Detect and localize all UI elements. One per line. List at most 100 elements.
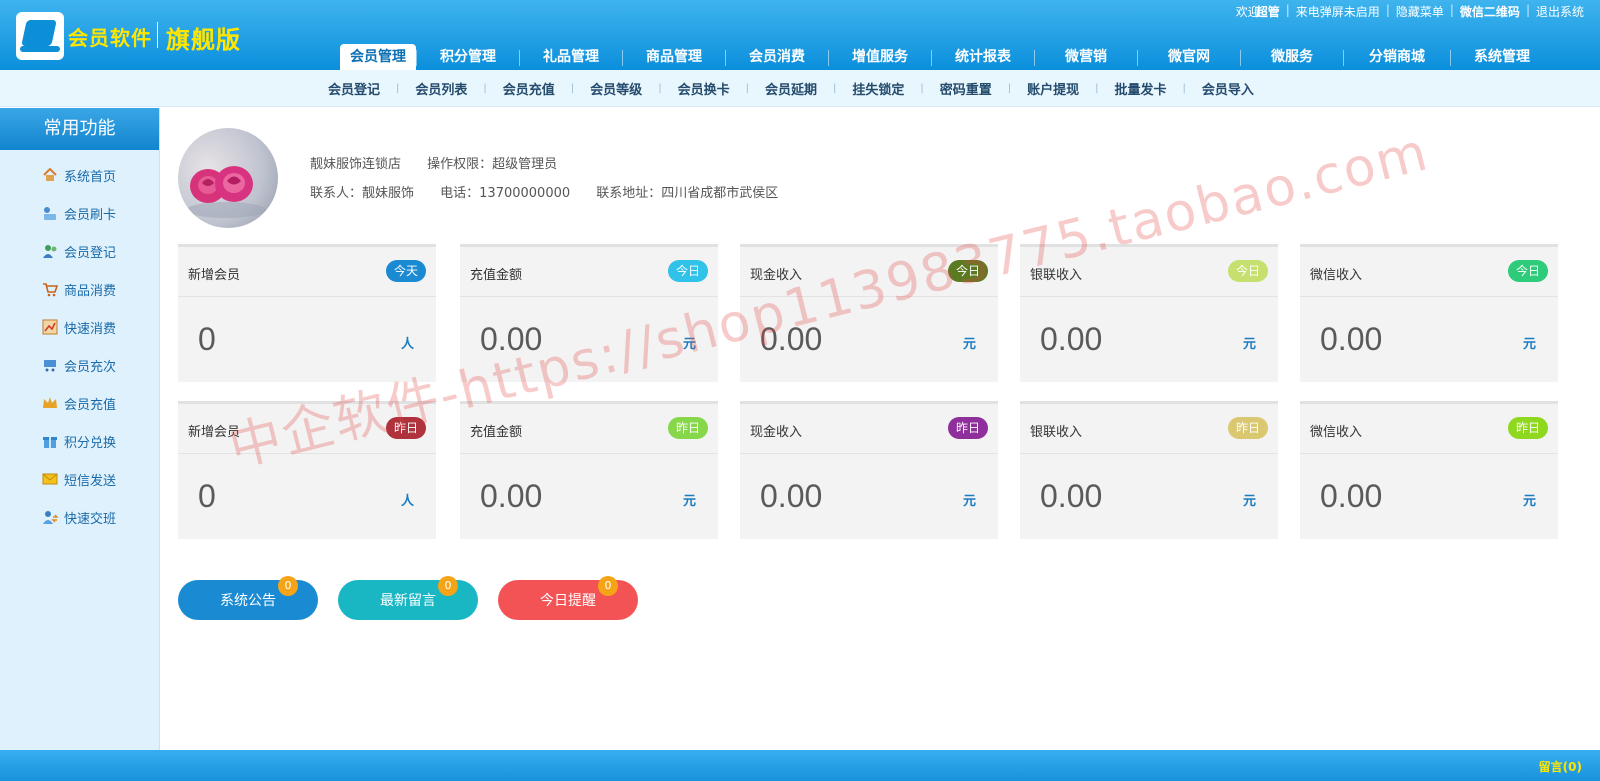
sidebar-item-3[interactable]: 商品消费 <box>0 270 159 308</box>
stat-card: 充值金额 今日 0.00 元 <box>460 244 718 382</box>
main-nav: 会员管理 积分管理 礼品管理 商品管理 会员消费 增值服务 统计报表 微营销 微官网 微服务 分销商… <box>340 44 1553 70</box>
stat-card-header: 银联收入 昨日 <box>1020 404 1278 454</box>
stat-unit: 元 <box>962 337 976 352</box>
notice-button-0[interactable]: 系统公告 0 <box>178 576 318 620</box>
subnav-item-9[interactable]: 批量发卡 <box>1099 79 1183 98</box>
notice-count-badge: 0 <box>438 576 458 596</box>
stat-badge: 今日 <box>947 260 988 282</box>
subnav-item-5[interactable]: 会员延期 <box>749 79 833 98</box>
wechat-qr-link[interactable]: 微信二维码 <box>1454 3 1526 20</box>
tab-9[interactable]: 微服务 <box>1241 44 1343 70</box>
store-avatar <box>178 128 278 228</box>
top-links: 欢迎 超管 | 来电弹屏未启用 | 隐藏菜单 | 微信二维码 | 退出系统 <box>1230 3 1590 20</box>
stat-label: 银联收入 <box>1030 425 1083 440</box>
sidebar-item-8[interactable]: 短信发送 <box>0 460 159 498</box>
stat-card: 新增会员 今天 0 人 <box>178 244 436 382</box>
stat-value: 0 <box>198 478 216 514</box>
welcome-text: 欢迎 <box>1235 5 1260 19</box>
stat-badge: 昨日 <box>1227 417 1268 439</box>
stat-unit: 元 <box>962 494 976 509</box>
notice-label: 系统公告 <box>220 593 276 609</box>
stat-card-header: 银联收入 今日 <box>1020 247 1278 297</box>
stat-unit: 元 <box>1242 337 1256 352</box>
sidebar-item-0[interactable]: 系统首页 <box>0 156 159 194</box>
chart-icon <box>42 319 58 335</box>
tab-7[interactable]: 微营销 <box>1035 44 1137 70</box>
notice-button-1[interactable]: 最新留言 0 <box>338 576 478 620</box>
store-name: 靓妹服饰连锁店 <box>310 157 402 172</box>
popup-status-link[interactable]: 来电弹屏未启用 <box>1290 3 1386 20</box>
stat-unit: 元 <box>682 494 696 509</box>
sidebar-item-1[interactable]: 会员刷卡 <box>0 194 159 232</box>
sidebar-item-4[interactable]: 快速消费 <box>0 308 159 346</box>
logout-link[interactable]: 退出系统 <box>1530 3 1590 20</box>
tab-1[interactable]: 积分管理 <box>417 44 519 70</box>
tab-4[interactable]: 会员消费 <box>726 44 828 70</box>
subnav-item-2[interactable]: 会员充值 <box>487 79 571 98</box>
stat-label: 新增会员 <box>188 425 241 440</box>
sidebar-title: 常用功能 <box>0 108 159 150</box>
stat-card-header: 充值金额 今日 <box>460 247 718 297</box>
subnav-item-4[interactable]: 会员换卡 <box>662 79 746 98</box>
subnav-item-1[interactable]: 会员列表 <box>399 79 483 98</box>
sidebar: 常用功能 系统首页 会员刷卡 会员登记 商品消费 快速消费会员充次会员充值积分兑换短信发… <box>0 108 160 750</box>
sidebar-item-7[interactable]: 积分兑换 <box>0 422 159 460</box>
stat-label: 银联收入 <box>1030 268 1083 283</box>
sidebar-item-label: 会员充次 <box>64 359 117 375</box>
stat-card: 新增会员 昨日 0 人 <box>178 401 436 539</box>
sidebar-item-2[interactable]: 会员登记 <box>0 232 159 270</box>
stat-unit: 元 <box>682 337 696 352</box>
tab-11[interactable]: 系统管理 <box>1451 44 1553 70</box>
notice-label: 今日提醒 <box>540 593 596 609</box>
sidebar-item-label: 短信发送 <box>64 473 117 489</box>
tab-2[interactable]: 礼品管理 <box>520 44 622 70</box>
stat-unit: 人 <box>400 494 414 509</box>
subnav-item-8[interactable]: 账户提现 <box>1011 79 1095 98</box>
stat-label: 微信收入 <box>1310 425 1363 440</box>
subnav-item-6[interactable]: 挂失锁定 <box>836 79 920 98</box>
sidebar-item-5[interactable]: 会员充次 <box>0 346 159 384</box>
stat-value: 0.00 <box>1040 321 1103 357</box>
messages-link[interactable]: 留言(0) <box>1539 758 1582 775</box>
tab-5[interactable]: 增值服务 <box>829 44 931 70</box>
hide-menu-link[interactable]: 隐藏菜单 <box>1390 3 1450 20</box>
tab-0[interactable]: 会员管理 <box>340 44 416 70</box>
divider: | <box>1449 3 1454 17</box>
stat-label: 微信收入 <box>1310 268 1363 283</box>
home-icon <box>42 167 58 183</box>
stat-card-header: 微信收入 今日 <box>1300 247 1558 297</box>
logo-divider <box>157 22 158 48</box>
sidebar-item-label: 会员充值 <box>64 397 117 413</box>
sidebar-item-6[interactable]: 会员充值 <box>0 384 159 422</box>
stat-card-header: 现金收入 昨日 <box>740 404 998 454</box>
stat-badge: 今日 <box>1507 260 1548 282</box>
stat-card: 银联收入 今日 0.00 元 <box>1020 244 1278 382</box>
stat-badge: 今天 <box>385 260 426 282</box>
subnav-item-7[interactable]: 密码重置 <box>924 79 1008 98</box>
tab-10[interactable]: 分销商城 <box>1344 44 1450 70</box>
app-name: 会员软件 <box>68 26 152 50</box>
subnav-item-0[interactable]: 会员登记 <box>312 79 396 98</box>
footer-bar: 留言(0) <box>0 750 1600 781</box>
stat-value: 0.00 <box>1320 478 1383 514</box>
store-phone: 电话：13700000000 <box>440 186 571 201</box>
notice-label: 最新留言 <box>380 593 436 609</box>
stat-value: 0.00 <box>1320 321 1383 357</box>
notice-button-2[interactable]: 今日提醒 0 <box>498 576 638 620</box>
main-content: 靓妹服饰连锁店 操作权限：超级管理员 联系人：靓妹服饰 电话：137000000… <box>160 108 1600 750</box>
sidebar-item-9[interactable]: 快速交班 <box>0 498 159 536</box>
tab-3[interactable]: 商品管理 <box>623 44 725 70</box>
tab-8[interactable]: 微官网 <box>1138 44 1240 70</box>
stat-unit: 人 <box>400 337 414 352</box>
stat-card: 充值金额 昨日 0.00 元 <box>460 401 718 539</box>
card-swipe-icon <box>42 205 58 221</box>
stat-badge: 今日 <box>667 260 708 282</box>
stat-card-header: 新增会员 昨日 <box>178 404 436 454</box>
stat-card: 现金收入 昨日 0.00 元 <box>740 401 998 539</box>
subnav-item-3[interactable]: 会员等级 <box>574 79 658 98</box>
subnav-item-10[interactable]: 会员导入 <box>1186 79 1270 98</box>
stat-card: 微信收入 昨日 0.00 元 <box>1300 401 1558 539</box>
cart-icon <box>42 281 59 297</box>
tab-6[interactable]: 统计报表 <box>932 44 1034 70</box>
stat-badge: 今日 <box>1227 260 1268 282</box>
